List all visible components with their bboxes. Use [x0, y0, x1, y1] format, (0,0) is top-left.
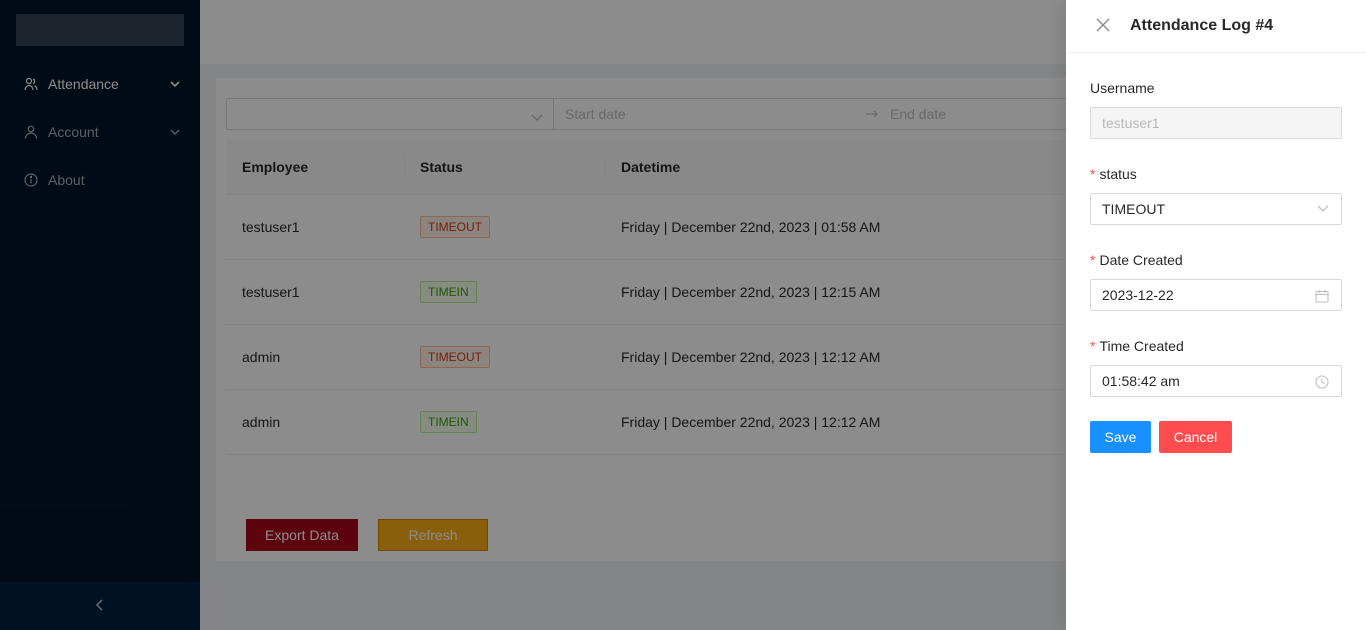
required-mark: * — [1090, 338, 1096, 354]
time-created-picker[interactable]: 01:58:42 am — [1090, 365, 1342, 397]
close-icon[interactable] — [1096, 18, 1112, 34]
status-label: * status — [1090, 163, 1342, 185]
time-created-label-text: Time Created — [1099, 338, 1184, 354]
chevron-down-icon — [1317, 203, 1329, 213]
status-select[interactable]: TIMEOUT — [1090, 193, 1342, 225]
required-mark: * — [1090, 166, 1096, 182]
status-label-text: status — [1099, 166, 1137, 182]
cancel-button[interactable]: Cancel — [1159, 421, 1232, 453]
username-value: testuser1 — [1102, 115, 1160, 131]
date-created-picker[interactable]: 2023-12-22 — [1090, 279, 1342, 311]
drawer-header: Attendance Log #4 — [1066, 0, 1366, 53]
clock-icon — [1315, 375, 1329, 389]
required-mark: * — [1090, 252, 1096, 268]
drawer-actions: Save Cancel — [1090, 421, 1342, 453]
save-button[interactable]: Save — [1090, 421, 1151, 453]
username-label: Username — [1090, 80, 1155, 96]
date-created-value: 2023-12-22 — [1102, 287, 1174, 303]
edit-attendance-drawer: Attendance Log #4 Username testuser1 * st… — [1066, 0, 1366, 630]
calendar-icon — [1315, 289, 1329, 303]
status-value: TIMEOUT — [1102, 201, 1165, 217]
username-field: testuser1 — [1090, 107, 1342, 139]
time-created-value: 01:58:42 am — [1102, 373, 1180, 389]
drawer-title: Attendance Log #4 — [1130, 17, 1274, 34]
date-created-label-text: Date Created — [1099, 252, 1183, 268]
date-created-label: * Date Created — [1090, 249, 1342, 271]
drawer-form: Username testuser1 * status TIMEOUT * Date… — [1066, 53, 1366, 477]
time-created-label: * Time Created — [1090, 335, 1342, 357]
